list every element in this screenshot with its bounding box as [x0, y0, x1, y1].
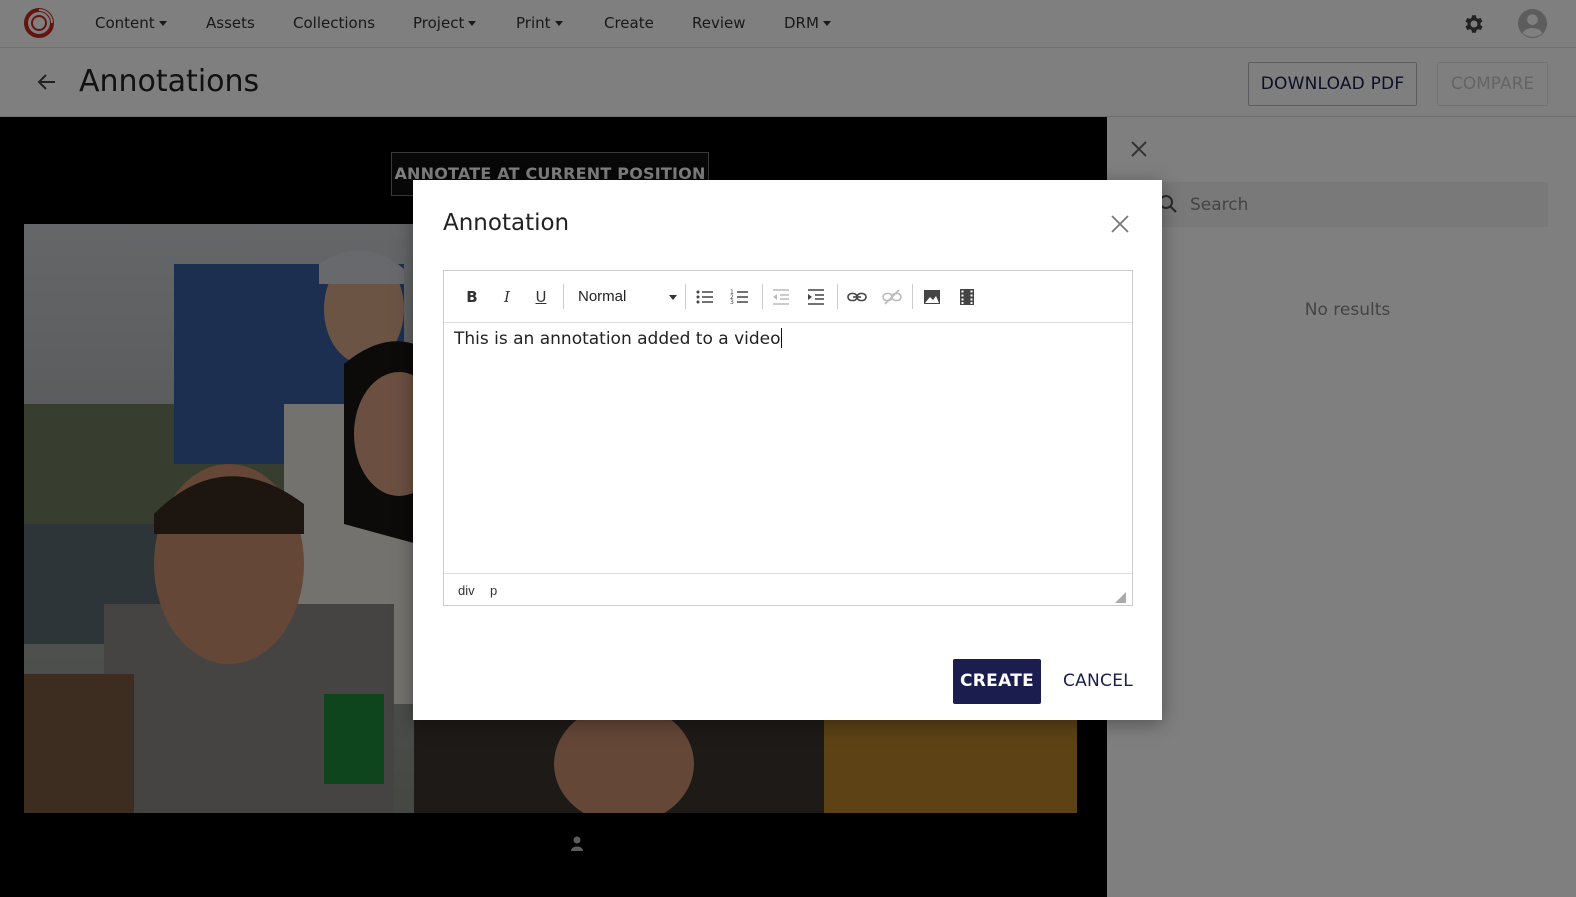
format-select-value: Normal [578, 288, 627, 305]
rich-text-editor: B I U Normal 1 2 3 This is an annotation… [443, 270, 1133, 606]
editor-toolbar: B I U Normal 1 2 3 [444, 271, 1132, 323]
video-embed-icon[interactable] [956, 286, 978, 308]
close-icon[interactable] [1110, 214, 1130, 234]
outdent-icon[interactable] [770, 286, 792, 308]
underline-icon[interactable]: U [530, 286, 552, 308]
link-icon[interactable] [846, 286, 868, 308]
bullet-list-icon[interactable] [694, 286, 716, 308]
toolbar-divider [762, 284, 763, 309]
bold-icon[interactable]: B [461, 286, 483, 308]
toolbar-divider [837, 284, 838, 309]
editor-statusbar: div p [444, 573, 1132, 605]
annotation-text: This is an annotation added to a video [454, 329, 781, 349]
image-icon[interactable] [921, 286, 943, 308]
editor-content-area[interactable]: This is an annotation added to a video [454, 324, 1122, 572]
italic-icon[interactable]: I [496, 286, 518, 308]
chevron-down-icon [669, 295, 677, 300]
cancel-button[interactable]: CANCEL [1058, 659, 1138, 704]
resize-handle-icon[interactable] [1115, 592, 1126, 603]
text-cursor [780, 328, 782, 348]
element-path-div[interactable]: div [458, 583, 475, 598]
numbered-list-icon[interactable]: 1 2 3 [729, 286, 751, 308]
dialog-title: Annotation [443, 210, 570, 236]
toolbar-divider [685, 284, 686, 309]
indent-icon[interactable] [805, 286, 827, 308]
toolbar-divider [563, 284, 564, 309]
element-path-p[interactable]: p [490, 583, 497, 598]
svg-text:3: 3 [730, 299, 734, 306]
create-button[interactable]: CREATE [953, 659, 1041, 704]
format-select[interactable]: Normal [578, 286, 678, 308]
unlink-icon[interactable] [881, 286, 903, 308]
toolbar-divider [912, 284, 913, 309]
